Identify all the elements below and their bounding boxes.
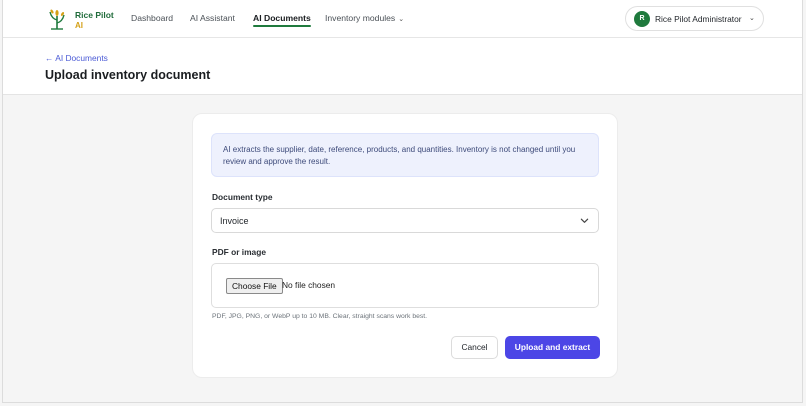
nav-inventory-modules-label: Inventory modules — [325, 13, 396, 23]
chevron-down-icon — [580, 218, 589, 223]
user-menu-button[interactable]: R Rice Pilot Administrator ⌄ — [625, 6, 764, 31]
top-navbar: Rice Pilot AI Dashboard AI Assistant AI … — [3, 0, 802, 38]
chevron-down-icon: ⌄ — [749, 15, 755, 22]
app-window: Rice Pilot AI Dashboard AI Assistant AI … — [2, 0, 803, 403]
upload-form-card: AI extracts the supplier, date, referenc… — [192, 113, 618, 378]
choose-file-button[interactable]: Choose File — [226, 278, 283, 294]
rice-plant-logo-icon — [49, 9, 65, 30]
user-name: Rice Pilot Administrator — [655, 14, 742, 24]
nav-dashboard[interactable]: Dashboard — [131, 13, 173, 23]
cancel-button[interactable]: Cancel — [451, 336, 498, 359]
info-notice: AI extracts the supplier, date, referenc… — [211, 133, 599, 177]
nav-inventory-modules[interactable]: Inventory modules ⌄ — [325, 13, 404, 23]
chevron-down-icon: ⌄ — [398, 16, 405, 23]
document-type-select[interactable]: Invoice — [211, 208, 599, 233]
file-hint: PDF, JPG, PNG, or WebP up to 10 MB. Clea… — [212, 313, 428, 320]
nav-ai-assistant[interactable]: AI Assistant — [190, 13, 235, 23]
page-title: Upload inventory document — [45, 68, 211, 82]
brand-name[interactable]: Rice Pilot AI — [75, 10, 114, 31]
brand-line-1: Rice Pilot — [75, 10, 114, 20]
avatar: R — [634, 11, 650, 27]
document-type-value: Invoice — [220, 216, 249, 226]
brand-line-2: AI — [75, 21, 83, 30]
nav-ai-documents[interactable]: AI Documents — [253, 13, 311, 27]
file-input-box[interactable]: Choose File No file chosen — [211, 263, 599, 308]
upload-and-extract-button[interactable]: Upload and extract — [505, 336, 600, 359]
document-type-label: Document type — [212, 192, 273, 202]
no-file-text: No file chosen — [282, 280, 336, 290]
file-label: PDF or image — [212, 247, 266, 257]
back-link[interactable]: ← AI Documents — [45, 53, 108, 63]
page-header: ← AI Documents Upload inventory document — [3, 38, 802, 95]
